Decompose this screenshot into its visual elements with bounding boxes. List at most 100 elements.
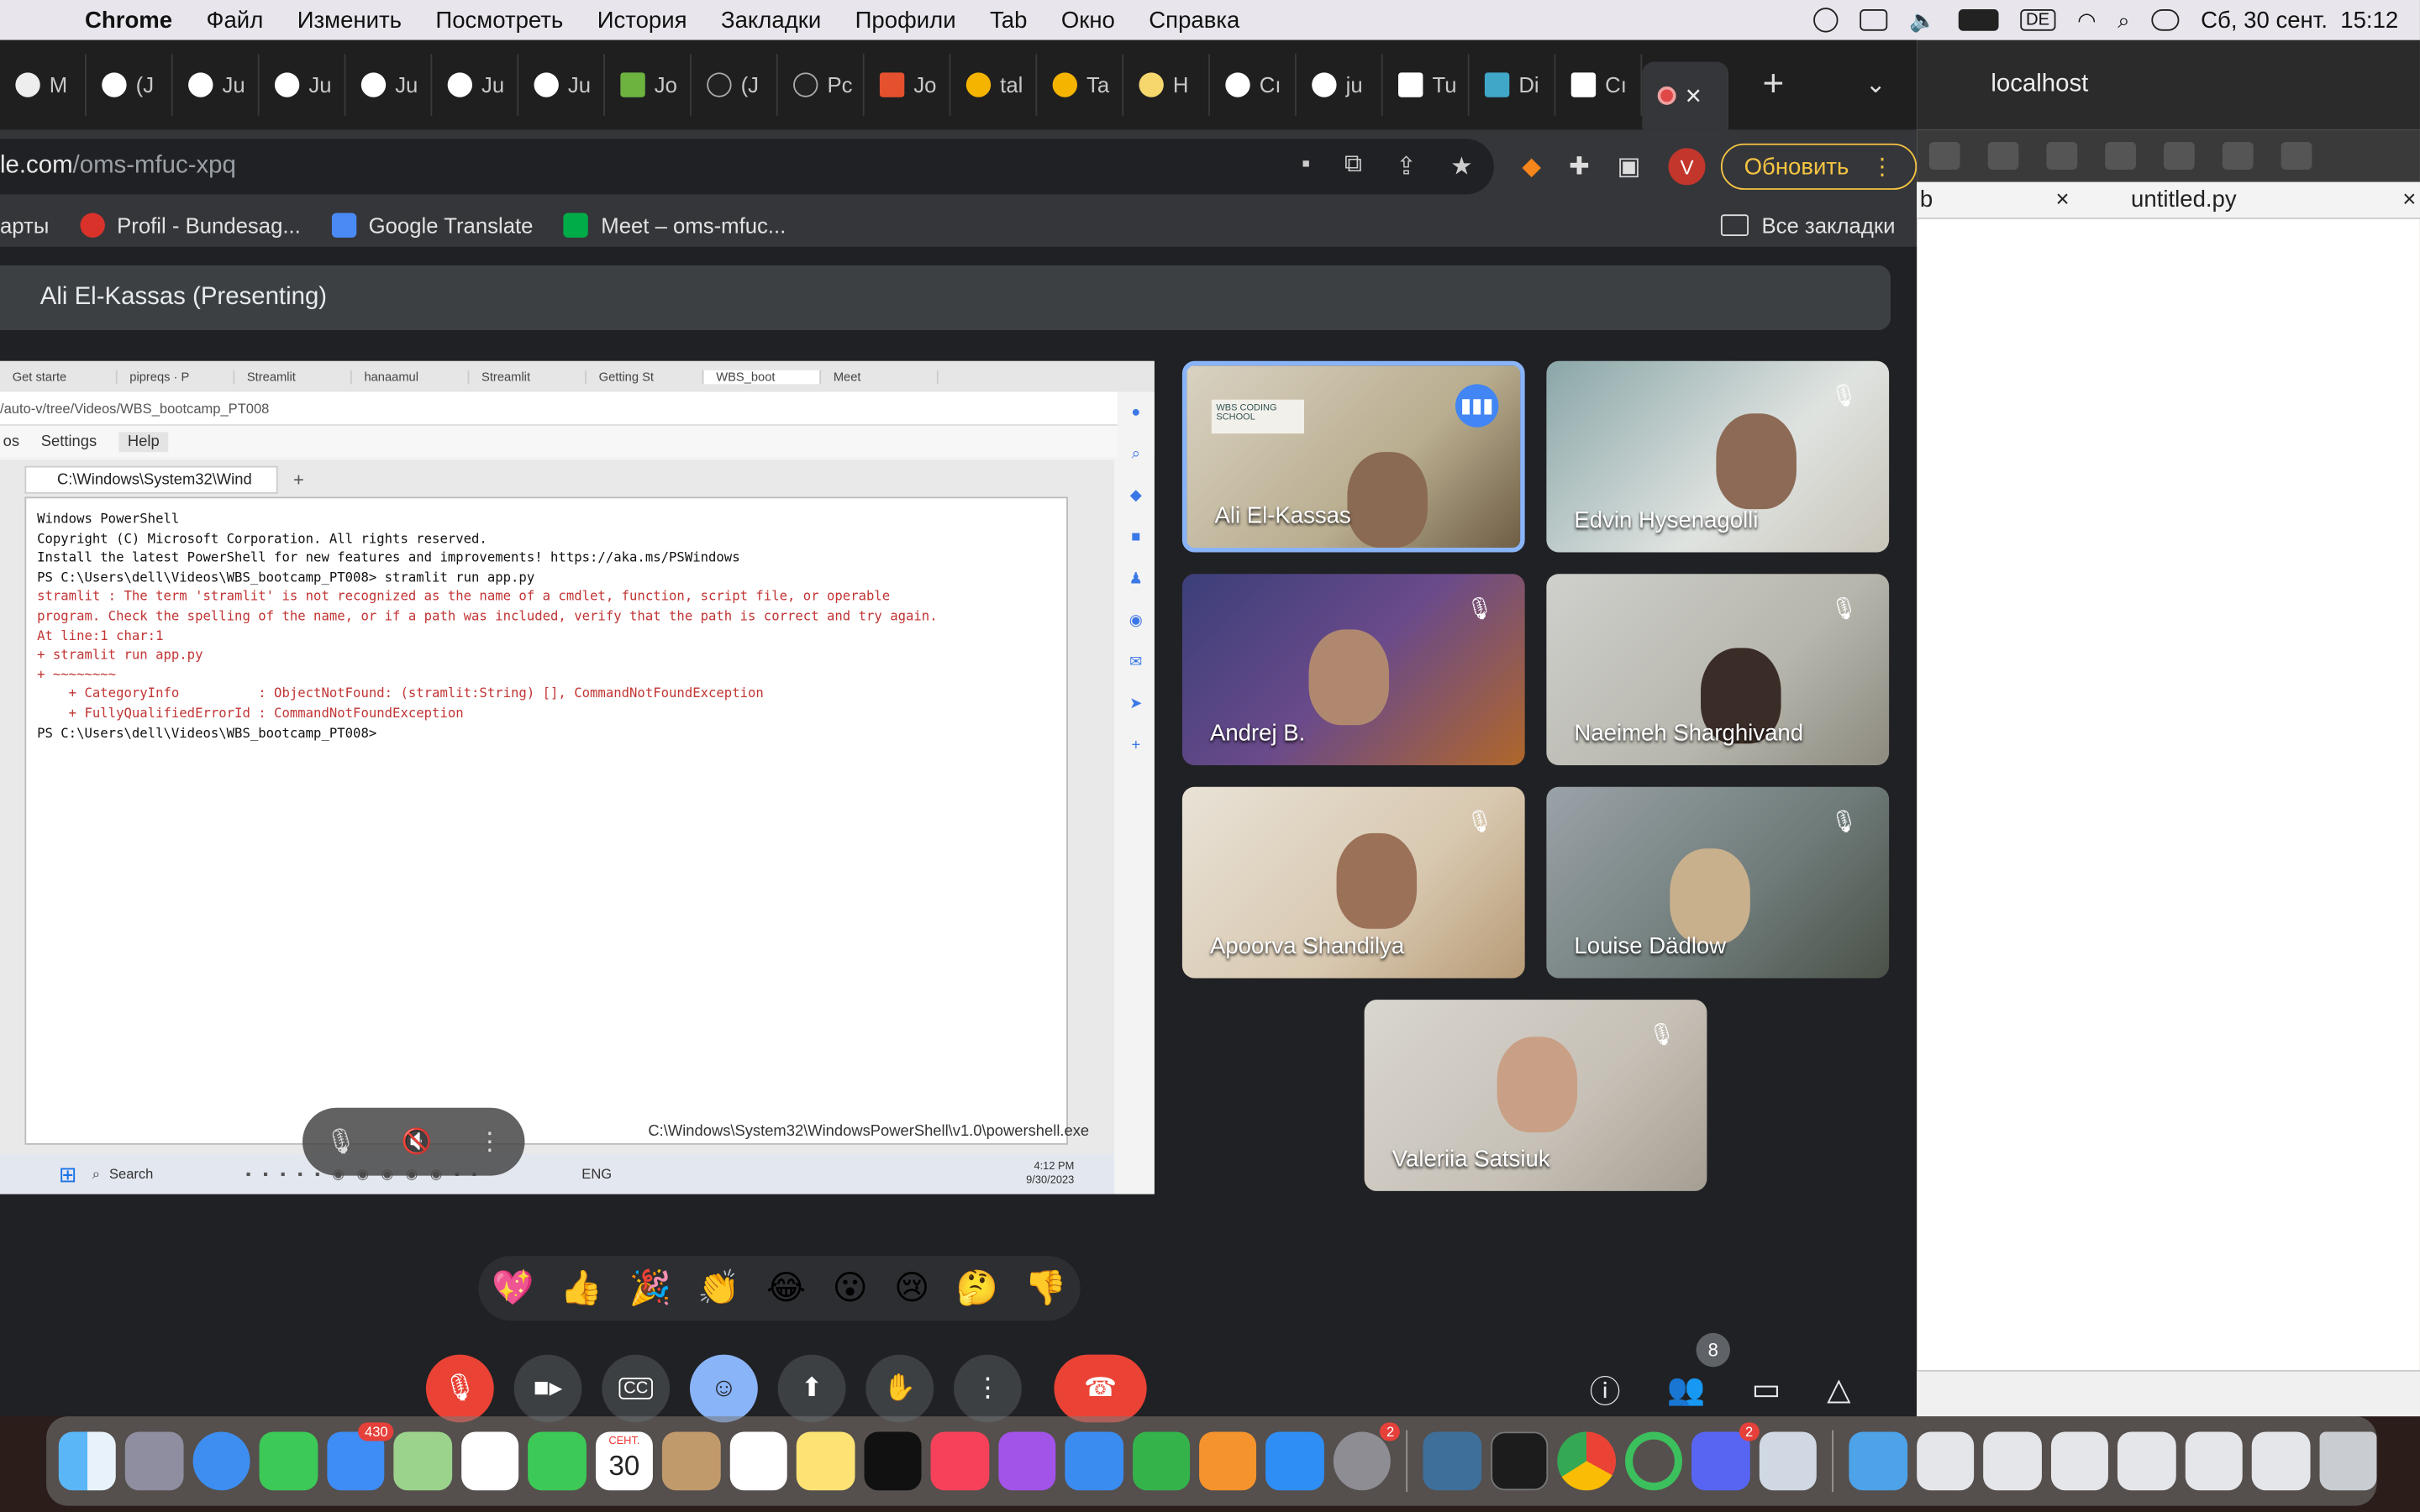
calendar-icon[interactable]: СЕНТ. 30 [595,1431,654,1491]
keyboard-layout-badge[interactable]: DE [2019,9,2056,31]
stack-icon[interactable] [1916,1431,1975,1491]
activity-icon[interactable] [1624,1431,1683,1491]
browser-tab[interactable]: ju [1297,54,1383,116]
clock[interactable]: Сб, 30 сент. 15:12 [2201,7,2398,33]
browser-tab[interactable]: Ju [345,54,433,116]
launchpad-icon[interactable] [125,1431,184,1491]
raise-hand-button[interactable]: ✋ [865,1354,934,1423]
contacts-icon[interactable] [662,1431,721,1491]
stack-icon[interactable] [2050,1431,2109,1491]
reaction-surprised-button[interactable]: 😮 [833,1268,868,1309]
reaction-thumbs-down-button[interactable]: 👎 [1024,1268,1066,1309]
mail-icon[interactable]: 430 [327,1422,394,1491]
more-options-button[interactable]: ⋮ [954,1354,1022,1423]
camera-icon[interactable]: ▪ [1302,151,1310,182]
participant-tile[interactable]: 🎙 Edvin Hysenagolli [1546,360,1890,553]
photos-icon[interactable] [460,1431,519,1491]
battery-icon[interactable] [1958,9,1998,31]
chrome-icon[interactable] [1557,1431,1616,1491]
browser-tab[interactable]: Ta [1037,54,1124,116]
messages-icon[interactable] [260,1431,318,1491]
control-center-icon[interactable] [2151,9,2180,31]
facetime-icon[interactable] [528,1431,587,1491]
stack-icon[interactable] [2185,1431,2243,1491]
toolbar-button-icon[interactable] [1928,141,1960,171]
share-icon[interactable]: ⇪ [1396,151,1417,182]
browser-tab[interactable]: Jo [605,54,692,116]
system-settings-icon[interactable]: 2 [1333,1422,1401,1491]
browser-tab[interactable]: M [0,54,87,116]
participant-tile[interactable]: 🎙 Apoorva Shandilya [1181,786,1525,979]
menu-edit[interactable]: Изменить [281,7,419,33]
bookmark-item[interactable]: Meet – oms-mfuc... [564,213,786,238]
captions-button[interactable]: CC [602,1354,671,1423]
toolbar-button-icon[interactable] [2281,141,2312,171]
reactions-button[interactable]: ☺ [690,1354,758,1423]
update-button[interactable]: Обновить ⋮ [1721,143,1918,190]
menu-profiles[interactable]: Профили [838,7,972,33]
mic-toggle-button[interactable]: 🎙 [425,1354,494,1423]
browser-tab[interactable]: Di [1470,54,1556,116]
close-icon[interactable]: × [2402,186,2416,213]
stack-icon[interactable] [1983,1431,2042,1491]
metamask-icon[interactable]: ◆ [1522,151,1541,182]
toolbar-button-icon[interactable] [2046,141,2078,171]
browser-tab[interactable]: Ju [432,54,519,116]
preview-icon[interactable] [1759,1431,1818,1491]
people-icon[interactable]: 👥 [1667,1370,1706,1409]
pages-icon[interactable] [1199,1431,1257,1491]
all-bookmarks[interactable]: Все закладки [1721,213,1895,238]
camera-toggle-button[interactable]: ■▸ [513,1354,582,1423]
menu-window[interactable]: Окно [1044,7,1132,33]
toolbar-button-icon[interactable] [2164,141,2195,171]
close-icon[interactable]: × [2055,186,2069,213]
toolbar-button-icon[interactable] [2222,141,2254,171]
browser-tab[interactable]: (J [87,54,173,116]
more-vert-icon[interactable]: ⋮ [477,1126,502,1158]
menu-bookmarks[interactable]: Закладки [704,7,839,33]
numbers-icon[interactable] [1132,1431,1191,1491]
participant-tile[interactable]: 🎙 Naeimeh Sharghivand [1546,574,1890,766]
browser-tab[interactable]: Ju [173,54,260,116]
reaction-clap-button[interactable]: 👏 [697,1268,739,1309]
finder-icon[interactable] [58,1431,117,1491]
reaction-party-button[interactable]: 🎉 [629,1268,671,1309]
wifi-icon[interactable]: ◠ [2077,7,2096,33]
apple-tv-icon[interactable] [863,1431,922,1491]
reaction-laugh-button[interactable]: 😂 [766,1268,806,1309]
stack-icon[interactable] [2252,1431,2310,1491]
participant-tile[interactable]: WBS CODING SCHOOL ▮▮▮ Ali El-Kassas [1181,360,1525,553]
browser-tab[interactable]: Cı [1555,54,1643,116]
reaction-thumbs-up-button[interactable]: 👍 [560,1268,602,1309]
extensions-icon[interactable]: ✚ [1569,151,1590,182]
presenter-floating-controls[interactable]: 🎙 🔇 ⋮ [302,1107,525,1176]
file-tab-partial[interactable]: b [1917,186,2055,213]
browser-tab[interactable]: Pc [778,54,865,116]
stack-icon[interactable] [2118,1431,2176,1491]
keynote-icon[interactable] [1065,1431,1123,1491]
participant-tile[interactable]: 🎙 Andrej B. [1181,574,1525,766]
notes-icon[interactable] [797,1431,855,1491]
sidepanel-icon[interactable]: ▣ [1618,151,1641,182]
podcasts-icon[interactable] [997,1431,1056,1491]
browser-tab[interactable]: H [1123,54,1210,116]
chevron-down-icon[interactable]: ⌄ [1865,70,1886,101]
info-icon[interactable]: ⓘ [1590,1367,1621,1411]
speaker-off-icon[interactable]: 🔇 [402,1126,433,1158]
tab-close-icon[interactable]: × [1686,80,1702,113]
terminal-icon[interactable] [1490,1431,1549,1491]
music-icon[interactable] [930,1431,989,1491]
menu-history[interactable]: История [581,7,704,33]
leave-call-button[interactable]: ☎ [1054,1354,1147,1423]
bookmark-item[interactable]: Google Translate [331,213,533,238]
browser-tab[interactable]: tal [950,54,1038,116]
new-tab-icon[interactable]: + [1763,63,1785,106]
browser-tab[interactable]: Ju [260,54,346,116]
toolbar-button-icon[interactable] [1987,141,2019,171]
volume-icon[interactable]: 🔈 [1909,7,1936,33]
chat-icon[interactable]: ▭ [1751,1370,1781,1409]
spotlight-icon[interactable]: ⌕ [2118,7,2129,33]
translate-icon[interactable]: ⧉ [1344,151,1362,182]
menu-app-name[interactable]: Chrome [68,7,190,33]
browser-tab[interactable]: Tu [1383,54,1470,116]
